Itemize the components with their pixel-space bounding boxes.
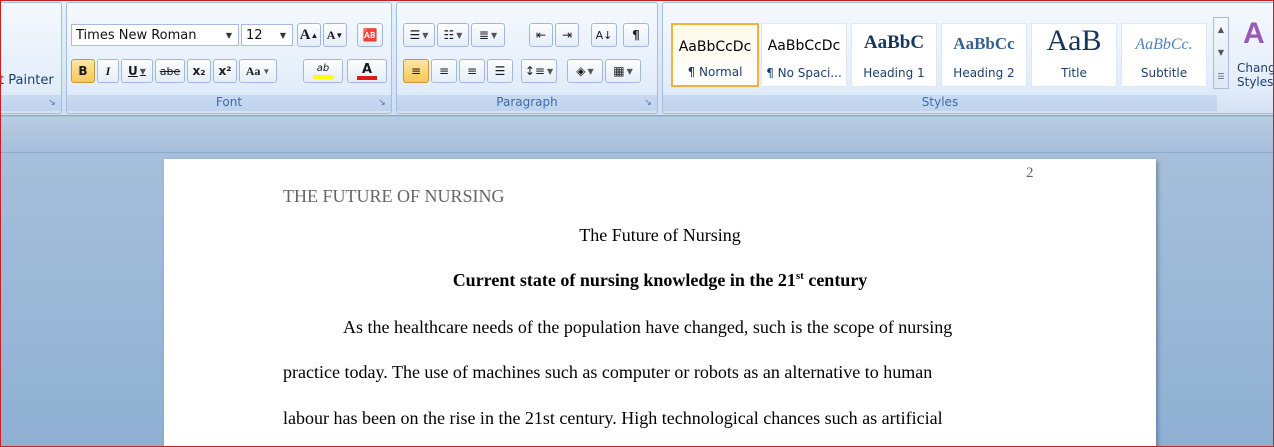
body-line-3: labour has been on the rise in the 21st …: [283, 408, 943, 428]
format-painter-button[interactable]: t Painter: [0, 73, 54, 88]
font-name-dropdown-icon[interactable]: ▼: [220, 25, 238, 45]
indent-icon: ⇥: [561, 28, 573, 42]
change-styles-icon: A: [1243, 17, 1265, 50]
styles-group-label: Styles: [663, 95, 1217, 111]
shading-button[interactable]: ◈ ▼: [567, 59, 603, 83]
multilevel-list-icon: ≣: [478, 28, 489, 42]
paragraph-group-label: Paragraph: [397, 95, 657, 111]
justify-button[interactable]: ☰: [487, 59, 513, 83]
clipboard-launcher-icon[interactable]: ↘: [46, 98, 58, 110]
align-right-button[interactable]: ≡: [459, 59, 485, 83]
paragraph-group: ☰ ▼ ☷ ▼ ≣ ▼ ⇤ ⇥ A↓ ¶ ≡ ≡ ≡ ☰ ↕≡ ▼ ◈ ▼ ▦ ▼ Para…: [396, 2, 658, 114]
align-left-button[interactable]: ≡: [403, 59, 429, 83]
document-page[interactable]: 2 THE FUTURE OF NURSING The Future of Nu…: [164, 159, 1156, 447]
style-heading-2[interactable]: AaBbCc Heading 2: [941, 23, 1027, 87]
bullets-button[interactable]: ☰ ▼: [403, 23, 435, 47]
line-spacing-icon: ↕≡: [524, 64, 545, 78]
document-title: The Future of Nursing: [579, 225, 741, 245]
paint-bucket-icon: ◈: [576, 64, 586, 78]
change-styles-button[interactable]: A Chang Styles: [1233, 17, 1274, 95]
show-marks-button[interactable]: ¶: [623, 23, 649, 47]
sort-icon: A↓: [595, 28, 613, 42]
highlighter-icon: ab: [316, 63, 330, 74]
justify-icon: ☰: [494, 64, 506, 78]
highlight-button[interactable]: ab: [303, 59, 343, 83]
ruler-strip: [0, 117, 1274, 153]
font-group: Times New Roman ▼ 12 ▼ A ▲ A ▼ 🆎 B I U ▼ ab…: [66, 2, 392, 114]
font-name-value: Times New Roman: [76, 27, 197, 43]
body-line-2: practice today. The use of machines such…: [283, 362, 933, 382]
strikethrough-button[interactable]: abe: [155, 59, 185, 83]
highlight-color-bar: [313, 75, 333, 79]
bold-button[interactable]: B: [71, 59, 95, 83]
font-group-label: Font: [67, 95, 391, 111]
gallery-more-icon[interactable]: ☰: [1217, 72, 1224, 81]
shrink-font-button[interactable]: A ▼: [323, 23, 347, 47]
grow-font-button[interactable]: A ▲: [297, 23, 321, 47]
style-normal[interactable]: AaBbCcDc ¶ Normal: [671, 23, 759, 87]
styles-scroll[interactable]: ▲ ▼ ☰: [1213, 17, 1229, 89]
subscript-button[interactable]: x₂: [187, 59, 211, 83]
multilevel-list-button[interactable]: ≣ ▼: [471, 23, 505, 47]
scroll-down-icon[interactable]: ▼: [1218, 48, 1224, 57]
clear-formatting-button[interactable]: 🆎: [357, 23, 383, 47]
section-heading: Current state of nursing knowledge in th…: [452, 270, 868, 290]
styles-group: AaBbCcDc ¶ Normal AaBbCcDc ¶ No Spaci...…: [662, 2, 1274, 114]
style-no-spacing[interactable]: AaBbCcDc ¶ No Spaci...: [761, 23, 847, 87]
eraser-icon: 🆎: [362, 28, 378, 42]
numbered-list-icon: ☷: [443, 28, 455, 42]
paragraph-launcher-icon[interactable]: ↘: [642, 98, 654, 110]
border-grid-icon: ▦: [613, 64, 625, 78]
line-spacing-button[interactable]: ↕≡ ▼: [521, 59, 557, 83]
outdent-icon: ⇤: [535, 28, 547, 42]
font-size-combo[interactable]: 12 ▼: [241, 24, 293, 46]
font-launcher-icon[interactable]: ↘: [376, 98, 388, 110]
sort-button[interactable]: A↓: [591, 23, 617, 47]
clipboard-group: t Painter ↘: [0, 2, 62, 114]
ribbon: t Painter ↘ Times New Roman ▼ 12 ▼ A ▲ A ▼…: [0, 0, 1274, 116]
align-left-icon: ≡: [410, 64, 422, 78]
align-right-icon: ≡: [466, 64, 478, 78]
borders-button[interactable]: ▦ ▼: [605, 59, 641, 83]
body-line-1: As the healthcare needs of the populatio…: [343, 317, 953, 337]
pilcrow-icon: ¶: [632, 28, 640, 42]
page-number: 2: [1026, 165, 1034, 181]
font-color-bar: [357, 75, 377, 80]
running-head: THE FUTURE OF NURSING: [283, 186, 505, 206]
bullet-list-icon: ☰: [409, 28, 421, 42]
align-center-button[interactable]: ≡: [431, 59, 457, 83]
align-center-icon: ≡: [438, 64, 450, 78]
increase-indent-button[interactable]: ⇥: [555, 23, 579, 47]
font-name-combo[interactable]: Times New Roman ▼: [71, 24, 239, 46]
font-size-value: 12: [246, 27, 263, 43]
change-case-button[interactable]: Aa ▼: [239, 59, 277, 83]
font-color-button[interactable]: A: [347, 59, 387, 83]
underline-button[interactable]: U ▼: [121, 59, 153, 83]
font-color-icon: A: [361, 61, 373, 77]
italic-button[interactable]: I: [97, 59, 119, 83]
style-title[interactable]: AaB Title: [1031, 23, 1117, 87]
font-size-dropdown-icon[interactable]: ▼: [274, 25, 292, 45]
decrease-indent-button[interactable]: ⇤: [529, 23, 553, 47]
scroll-up-icon[interactable]: ▲: [1218, 25, 1224, 34]
style-heading-1[interactable]: AaBbC Heading 1: [851, 23, 937, 87]
style-subtitle[interactable]: AaBbCc. Subtitle: [1121, 23, 1207, 87]
superscript-button[interactable]: x²: [213, 59, 237, 83]
numbering-button[interactable]: ☷ ▼: [437, 23, 469, 47]
